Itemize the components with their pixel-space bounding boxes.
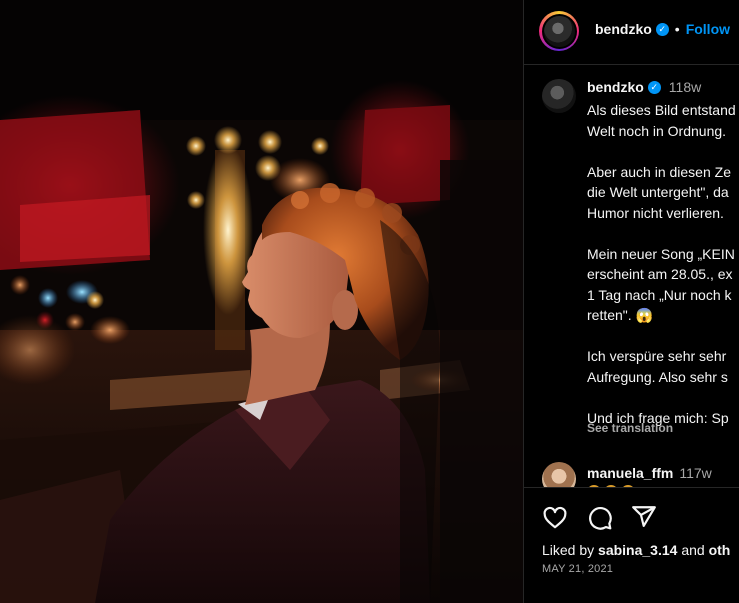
follow-button[interactable]: Follow <box>686 21 730 37</box>
caption-line: Mein neuer Song „KEIN <box>587 245 735 262</box>
header-user-line: bendzko ✓ • Follow <box>595 21 730 37</box>
send-icon[interactable] <box>631 504 657 530</box>
caption-line: Ich verspüre sehr sehr <box>587 348 727 364</box>
see-translation-link[interactable]: See translation <box>587 421 673 435</box>
caption-line <box>587 387 739 408</box>
caption-line: retten". 😱 <box>587 307 653 323</box>
avatar-ring-inner <box>541 13 577 49</box>
caption-line: Humor nicht verlieren. <box>587 204 724 221</box>
caption-header: bendzko ✓ 118w <box>587 79 701 95</box>
comment-avatar[interactable] <box>542 462 576 487</box>
comments-section[interactable]: bendzko ✓ 118w Als dieses Bild entstand … <box>524 65 739 487</box>
likes-user-link[interactable]: sabina_3.14 <box>598 542 677 558</box>
likes-others-link[interactable]: oth <box>709 542 731 558</box>
caption-line <box>587 141 739 162</box>
post-photo-image <box>0 0 523 603</box>
caption-avatar[interactable] <box>542 79 576 113</box>
caption-line: Als dieses Bild entstand <box>587 102 736 118</box>
header-username[interactable]: bendzko <box>595 21 652 37</box>
post-footer: Liked by sabina_3.14 and oth MAY 21, 202… <box>524 487 739 603</box>
comment-header: manuela_ffm 117w <box>587 465 712 481</box>
post-date[interactable]: MAY 21, 2021 <box>542 563 613 575</box>
likes-summary: Liked by sabina_3.14 and oth <box>542 542 730 558</box>
profile-avatar[interactable] <box>539 11 579 51</box>
caption-text: Als dieses Bild entstand Welt noch in Or… <box>587 100 739 428</box>
post-side-panel: bendzko ✓ • Follow bendzko ✓ 118w Als di… <box>523 0 739 603</box>
comment-icon[interactable] <box>587 505 613 531</box>
caption-username[interactable]: bendzko <box>587 79 644 95</box>
avatar-image <box>543 15 575 47</box>
caption-line: Welt noch in Ordnung. <box>587 122 727 139</box>
caption-line: die Welt untergeht", da <box>587 184 729 200</box>
caption-line: Aber auch in diesen Ze <box>587 163 731 180</box>
likes-prefix: Liked by <box>542 542 595 558</box>
caption-line <box>587 223 739 244</box>
header-separator: • <box>674 21 680 37</box>
caption-line: Aufregung. Also sehr s <box>587 368 728 385</box>
caption-line <box>587 326 739 347</box>
caption-line: erscheint am 28.05., ex <box>587 266 733 282</box>
comment-username[interactable]: manuela_ffm <box>587 465 673 481</box>
caption-verified-icon: ✓ <box>647 80 661 94</box>
caption-time[interactable]: 118w <box>669 79 701 95</box>
heart-icon[interactable] <box>542 505 568 531</box>
post-header: bendzko ✓ • Follow <box>524 0 739 65</box>
likes-suffix: and <box>681 542 705 558</box>
caption-line: 1 Tag nach „Nur noch k <box>587 286 732 303</box>
post-photo[interactable] <box>0 0 523 603</box>
verified-badge-icon: ✓ <box>655 22 669 36</box>
comment-time[interactable]: 117w <box>679 465 711 481</box>
